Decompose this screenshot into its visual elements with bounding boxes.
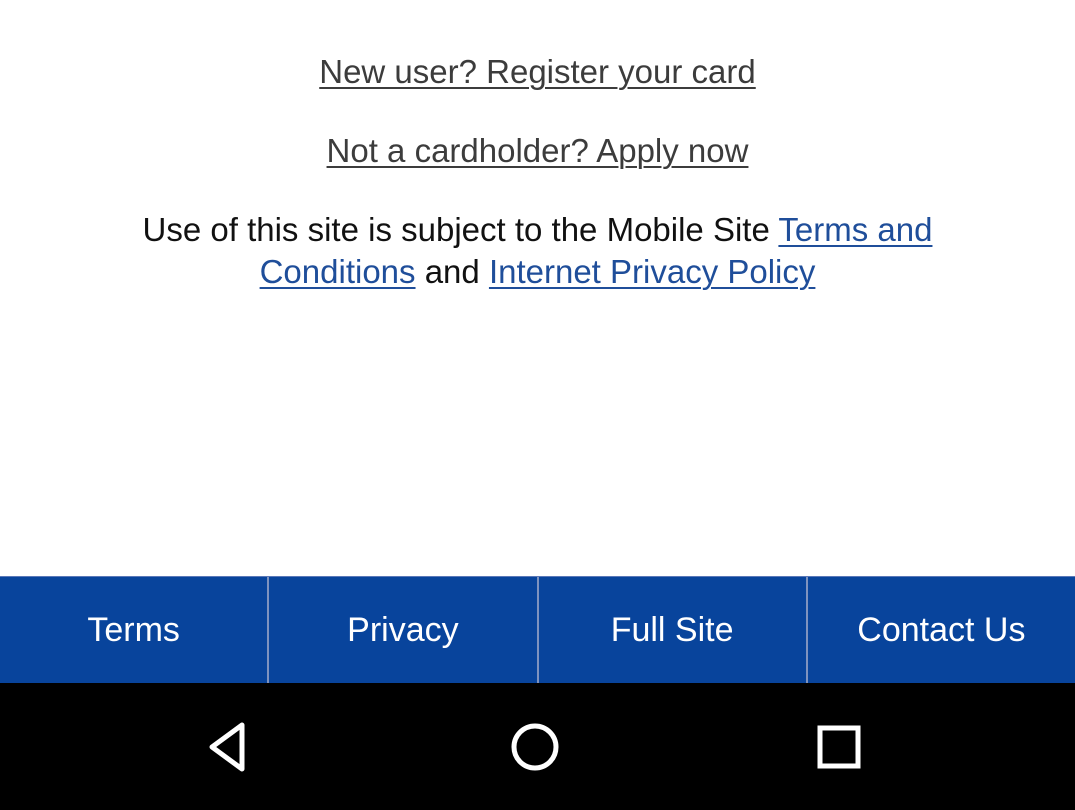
internet-privacy-policy-link[interactable]: Internet Privacy Policy xyxy=(489,253,815,290)
main-content: New user? Register your card Not a cardh… xyxy=(0,0,1075,576)
footer-contact-us-button[interactable]: Contact Us xyxy=(808,577,1075,683)
home-circle-icon xyxy=(511,723,559,770)
recents-square-icon xyxy=(817,725,861,768)
legal-prefix: Use of this site is subject to the Mobil… xyxy=(142,211,779,248)
footer-privacy-button[interactable]: Privacy xyxy=(269,577,539,683)
android-navigation-bar xyxy=(0,683,1075,810)
recents-button[interactable] xyxy=(779,683,899,810)
back-button[interactable] xyxy=(172,683,292,810)
back-triangle-icon xyxy=(209,722,245,771)
register-line: New user? Register your card xyxy=(0,52,1075,92)
mobile-page: New user? Register your card Not a cardh… xyxy=(0,0,1075,810)
register-card-link[interactable]: New user? Register your card xyxy=(319,53,756,90)
legal-notice: Use of this site is subject to the Mobil… xyxy=(60,209,1015,293)
apply-now-link[interactable]: Not a cardholder? Apply now xyxy=(327,132,749,169)
home-button[interactable] xyxy=(475,683,595,810)
legal-middle: and xyxy=(415,253,489,290)
apply-line: Not a cardholder? Apply now xyxy=(0,131,1075,171)
footer-navigation: Terms Privacy Full Site Contact Us xyxy=(0,576,1075,683)
footer-terms-button[interactable]: Terms xyxy=(0,577,270,683)
footer-full-site-button[interactable]: Full Site xyxy=(539,577,808,683)
